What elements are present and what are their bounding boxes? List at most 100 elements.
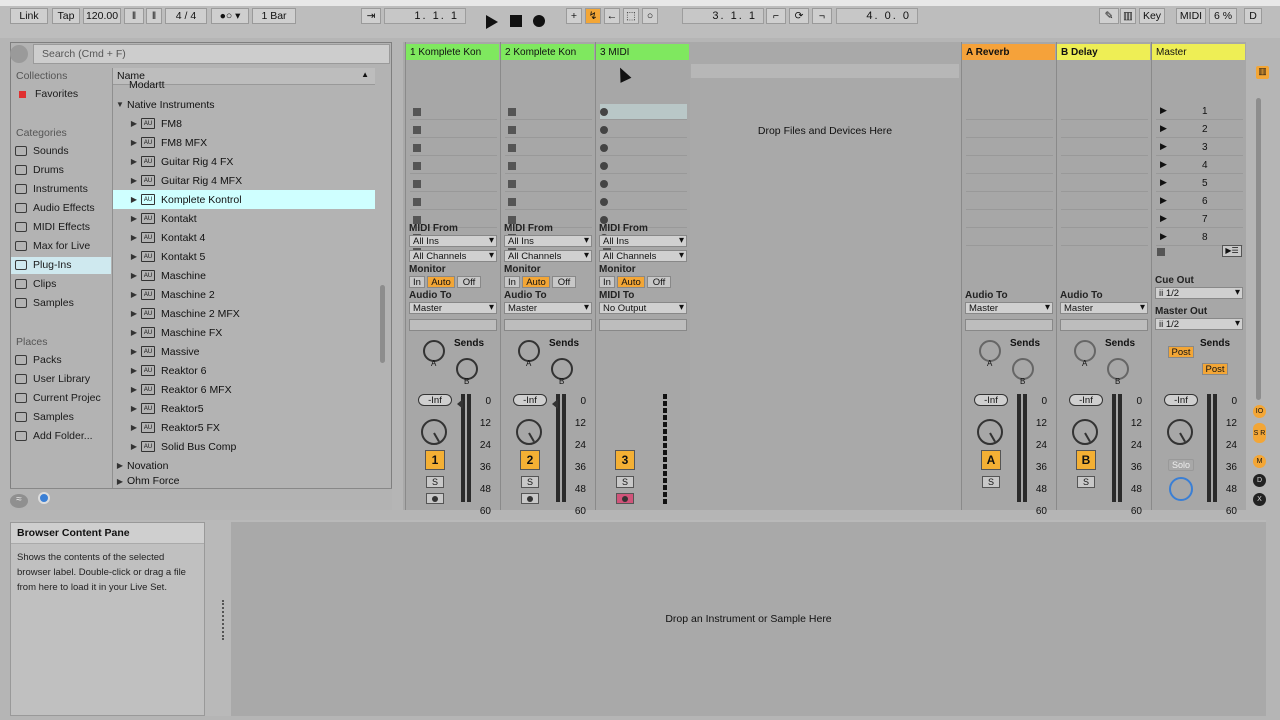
midi-from-select[interactable]: All Ins [504,235,592,247]
clip-slot[interactable] [966,122,1053,138]
pan-knob[interactable] [516,419,542,445]
sidebar-item-samples[interactable]: Samples [15,297,74,309]
arm-button[interactable] [616,493,634,504]
track-title[interactable]: 3 MIDI [596,44,689,60]
solo-button[interactable]: S [521,476,539,488]
loop-length[interactable]: 4. 0. 0 [836,8,918,24]
list-item[interactable]: ▶ AU FM8 [113,114,375,133]
clip-slot[interactable] [410,176,497,192]
list-item[interactable]: ▶ AU Kontakt 4 [113,228,375,247]
delay-toggle-icon[interactable]: D [1253,474,1266,487]
list-item-folder[interactable]: ▶ Ohm Force [113,475,375,487]
clip-slot[interactable] [1061,122,1148,138]
clip-slot[interactable] [410,122,497,138]
channel-select[interactable]: All Channels [504,250,592,262]
clip-slot[interactable] [966,212,1053,228]
track-title[interactable]: A Reverb [962,44,1055,60]
stop-icon[interactable] [510,15,522,27]
clip-slot[interactable] [410,158,497,174]
clip-slot[interactable] [505,176,592,192]
list-item[interactable]: ▶ AU Kontakt [113,209,375,228]
clip-slot[interactable] [1061,104,1148,120]
solo-button[interactable]: S [616,476,634,488]
scene-slot[interactable]: ▶ 7 [1156,212,1243,228]
monitor-auto-button[interactable]: Auto [522,276,550,288]
scene-launch-icon[interactable]: ▶ [1160,105,1167,116]
channel-select[interactable]: All Channels [599,250,687,262]
clip-slot[interactable] [1061,140,1148,156]
track-title[interactable]: Master [1152,44,1245,60]
punch-in-icon[interactable]: ⌐ [766,8,786,24]
arm-button[interactable] [521,493,539,504]
channel-select[interactable]: All Channels [409,250,497,262]
clip-slot[interactable] [1061,230,1148,246]
sidebar-item-user-library[interactable]: User Library [15,373,90,385]
monitor-off-button[interactable]: Off [457,276,481,288]
scene-slot[interactable]: ▶ 6 [1156,194,1243,210]
track-title[interactable]: 1 Komplete Kon [406,44,499,60]
solo-button[interactable]: S [982,476,1000,488]
monitor-in-button[interactable]: In [504,276,520,288]
list-item[interactable]: ▶ AU Maschine FX [113,323,375,342]
clip-stop-icon[interactable] [413,126,421,134]
punch-out-icon[interactable]: ¬ [812,8,832,24]
clip-stop-icon[interactable] [508,126,516,134]
track-activator[interactable]: 1 [425,450,445,470]
loop-switch-icon[interactable]: ⟳ [789,8,809,24]
clip-stop-icon[interactable] [508,198,516,206]
draw-mode-icon[interactable]: ✎ [1099,8,1119,24]
scene-launch-icon[interactable]: ▶ [1160,123,1167,134]
output-select[interactable]: Master [409,302,497,314]
clip-record-icon[interactable] [600,180,608,188]
clip-slot[interactable] [600,122,687,138]
nudge-up-icon[interactable]: ‖ [146,8,162,24]
list-item[interactable]: ▶ AU FM8 MFX [113,133,375,152]
track-activator[interactable]: 2 [520,450,540,470]
fader-arrow-icon[interactable] [457,399,463,409]
scene-launch-icon[interactable]: ▶ [1160,195,1167,206]
clip-slot[interactable] [1061,176,1148,192]
clip-stop-icon[interactable] [508,144,516,152]
output-channel-field[interactable] [599,319,687,331]
clip-slot[interactable] [966,176,1053,192]
sidebar-item-drums[interactable]: Drums [15,164,64,176]
midi-from-select[interactable]: All Ins [409,235,497,247]
clip-slot[interactable] [505,104,592,120]
clip-stop-icon[interactable] [508,180,516,188]
clip-stop-icon[interactable] [508,108,516,116]
pan-knob[interactable] [1167,419,1193,445]
session-record-icon[interactable]: ○ [642,8,658,24]
capture-icon[interactable]: ⬚ [623,8,639,24]
monitor-in-button[interactable]: In [409,276,425,288]
post-button[interactable]: Post [1202,363,1228,375]
list-item[interactable]: ▶ AU Kontakt 5 [113,247,375,266]
scene-slot[interactable]: ▶ 5 [1156,176,1243,192]
volume-readout[interactable]: -Inf [1069,394,1103,406]
pan-knob[interactable] [421,419,447,445]
drop-area[interactable]: Drop Files and Devices Here [691,42,959,510]
sidebar-item-plug-ins[interactable]: Plug-Ins [15,259,72,271]
output-select[interactable]: Master [965,302,1053,314]
metronome-icon[interactable]: ●○ ▾ [211,8,249,24]
track-activator[interactable]: B [1076,450,1096,470]
mixer-toggle-icon[interactable]: M [1253,455,1266,468]
list-item-folder[interactable]: ▼ Native Instruments [113,95,375,114]
pan-knob[interactable] [977,419,1003,445]
device-view[interactable]: Drop an Instrument or Sample Here [231,522,1266,716]
monitor-off-button[interactable]: Off [552,276,576,288]
clip-record-icon[interactable] [600,108,608,116]
scene-slot[interactable]: ▶ 1 [1156,104,1243,120]
track-activator[interactable]: A [981,450,1001,470]
sidebar-item-midi-effects[interactable]: MIDI Effects [15,221,90,233]
quantize-select[interactable]: 1 Bar [252,8,296,24]
resize-handle[interactable] [222,600,224,640]
clip-slot[interactable] [966,140,1053,156]
track-title[interactable]: 2 Komplete Kon [501,44,594,60]
sidebar-item-instruments[interactable]: Instruments [15,183,88,195]
track-title[interactable]: B Delay [1057,44,1150,60]
list-item[interactable]: ▶ AU Guitar Rig 4 MFX [113,171,375,190]
output-channel-field[interactable] [409,319,497,331]
list-item[interactable]: ▶ AU Reaktor 6 MFX [113,380,375,399]
clip-stop-icon[interactable] [413,108,421,116]
clip-slot[interactable] [600,158,687,174]
